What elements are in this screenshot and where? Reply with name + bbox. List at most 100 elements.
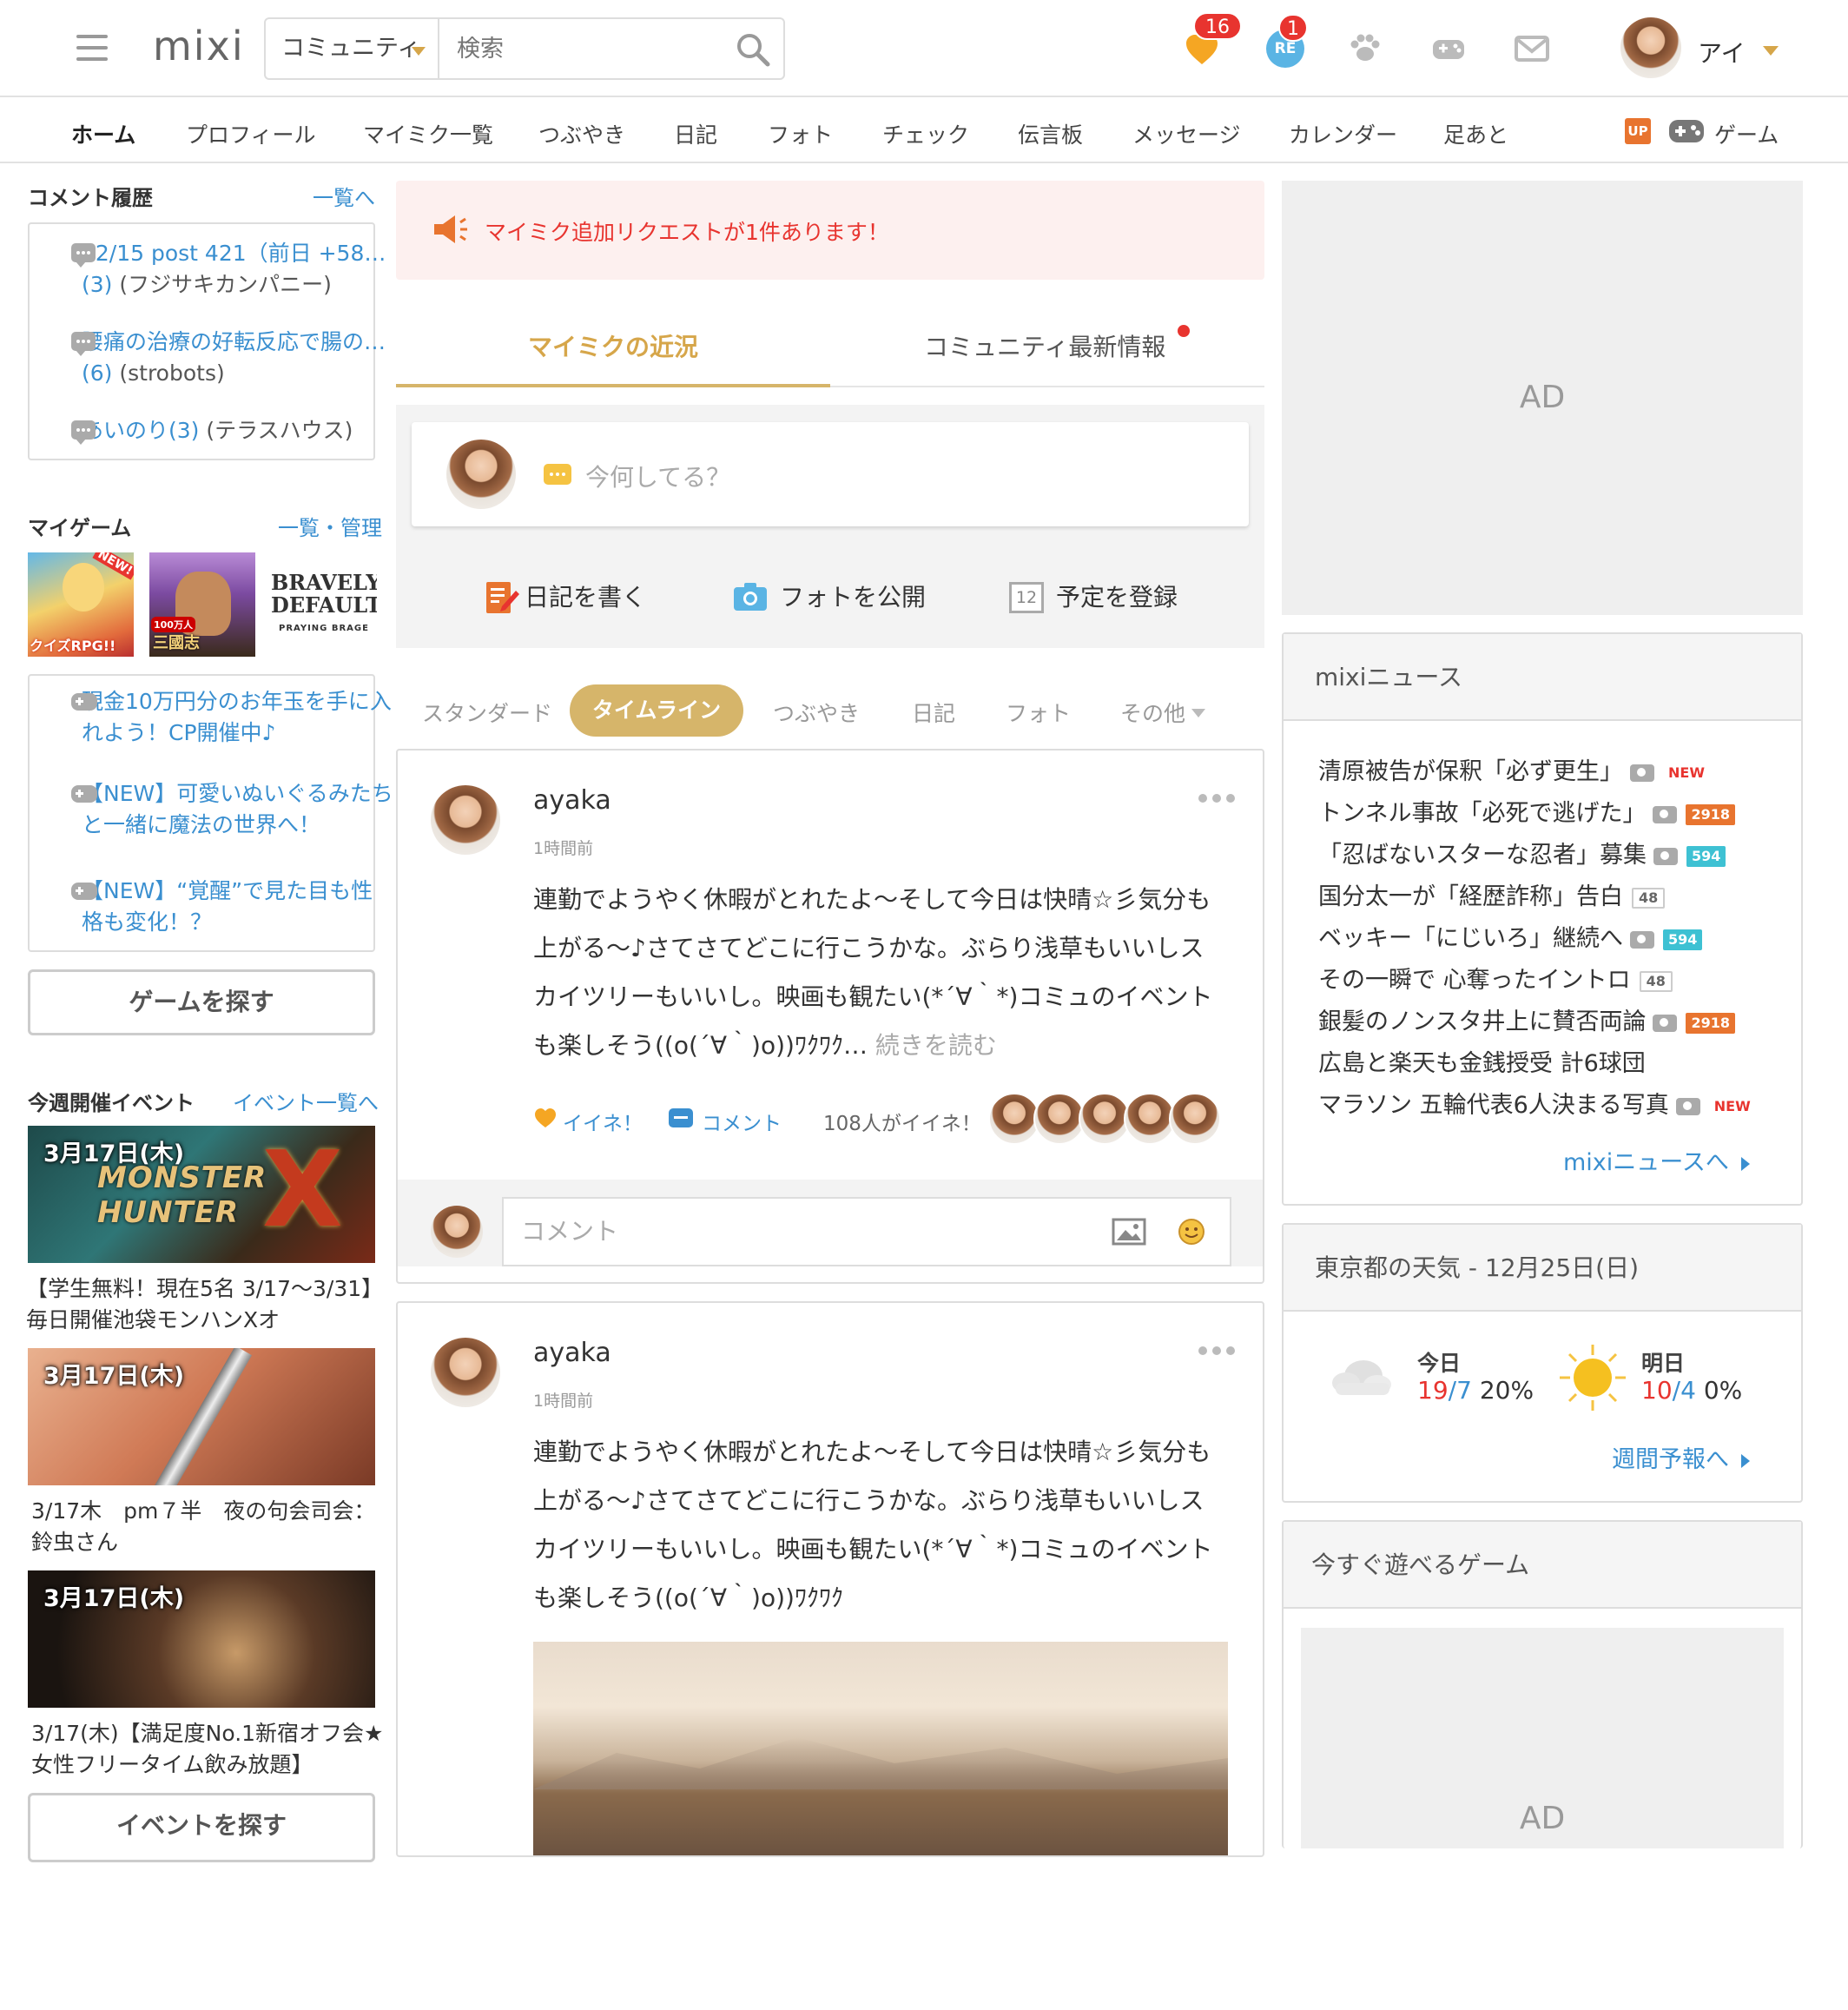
nav-item-photo[interactable]: フォト bbox=[768, 118, 833, 149]
nav-item-game[interactable]: ゲーム bbox=[1714, 118, 1779, 149]
search-category-select[interactable]: コミュニティ bbox=[266, 19, 439, 78]
chevron-down-icon[interactable] bbox=[1763, 46, 1779, 56]
game-thumb-sangokushi[interactable]: 100万人 三國志 bbox=[149, 552, 255, 657]
filter-standard[interactable]: スタンダード bbox=[422, 697, 552, 728]
filter-photo[interactable]: フォト bbox=[1006, 697, 1071, 728]
iine-button[interactable]: イイネ！ bbox=[563, 1107, 643, 1136]
event-text[interactable]: 3/17木 pm７半 夜の句会司会：鈴虫さん bbox=[31, 1496, 387, 1558]
tab-community-updates[interactable]: コミュニティ最新情報 bbox=[924, 328, 1165, 363]
search-input[interactable] bbox=[441, 19, 728, 78]
news-item[interactable]: 清原被告が保釈「必ず更生」 NEW bbox=[1318, 752, 1710, 786]
post-author-name[interactable]: ayaka bbox=[533, 785, 611, 816]
news-item[interactable]: ベッキー「にじいろ」継続へ 594 bbox=[1318, 919, 1703, 953]
event-image[interactable]: 3月17日(木) bbox=[28, 1348, 375, 1485]
liker-avatar[interactable] bbox=[1033, 1093, 1086, 1145]
news-item-text[interactable]: ベッキー「にじいろ」継続へ bbox=[1318, 925, 1623, 952]
filter-other[interactable]: その他 bbox=[1120, 697, 1185, 728]
nav-item-profile[interactable]: プロフィール bbox=[186, 118, 316, 149]
filter-timeline[interactable]: タイムライン bbox=[570, 684, 743, 737]
event-image[interactable]: MONSTER HUNTER X 3月17日(木) bbox=[28, 1126, 375, 1263]
mygame-manage-link[interactable]: 一覧・管理 bbox=[278, 511, 382, 541]
news-item-text[interactable]: トンネル事故「必死で逃げた」 bbox=[1318, 800, 1646, 827]
menu-icon[interactable] bbox=[76, 35, 108, 61]
comment-button[interactable]: コメント bbox=[702, 1107, 782, 1136]
liker-avatar[interactable] bbox=[1169, 1093, 1221, 1145]
comment-history-item[interactable]: 腰痛の治療の好転反応で腸の…(6) (strobots) bbox=[71, 327, 394, 389]
chevron-down-icon[interactable] bbox=[1191, 709, 1205, 717]
nav-item-diary[interactable]: 日記 bbox=[674, 118, 717, 149]
post-author-avatar[interactable] bbox=[431, 1338, 500, 1407]
filter-diary[interactable]: 日記 bbox=[912, 697, 955, 728]
footprint-icon[interactable] bbox=[1346, 30, 1384, 68]
events-list-link[interactable]: イベント一覧へ bbox=[233, 1086, 379, 1116]
event-text[interactable]: 【学生無料！現在5名 3/17〜3/31】毎日開催池袋モンハンXオ bbox=[26, 1273, 382, 1336]
mail-icon[interactable] bbox=[1513, 30, 1551, 68]
more-options-icon[interactable] bbox=[1198, 1346, 1237, 1355]
find-event-button[interactable]: イベントを探す bbox=[28, 1793, 375, 1862]
news-item-text[interactable]: 国分太一が「経歴詐称」告白 bbox=[1318, 883, 1623, 910]
liker-avatar[interactable] bbox=[988, 1093, 1040, 1145]
game-news-item[interactable]: 【NEW】可愛いぬいぐるみたちと一緒に魔法の世界へ！ bbox=[71, 778, 394, 841]
news-item-text[interactable]: 「忍ばないスターな忍者」募集 bbox=[1318, 842, 1647, 869]
liker-avatar[interactable] bbox=[1079, 1093, 1131, 1145]
weekly-forecast-link-text[interactable]: 週間予報へ bbox=[1612, 1446, 1729, 1473]
news-item[interactable]: トンネル事故「必死で逃げた」 2918 bbox=[1318, 794, 1735, 828]
nav-item-voice[interactable]: つぶやき bbox=[538, 118, 625, 149]
game-thumb-bravely-default[interactable]: BRAVELY DEFAULT PRAYING BRAGE bbox=[271, 552, 377, 657]
news-item-text[interactable]: その一瞬で 心奪ったイントロ bbox=[1318, 967, 1631, 994]
tab-mymixi-updates[interactable]: マイミクの近況 bbox=[528, 328, 698, 363]
mixi-news-link-text[interactable]: mixiニュースへ bbox=[1563, 1149, 1729, 1176]
liker-avatar[interactable] bbox=[1124, 1093, 1176, 1145]
news-item[interactable]: 国分太一が「経歴詐称」告白 48 bbox=[1318, 877, 1666, 911]
register-event-button[interactable]: 予定を登録 bbox=[1056, 579, 1178, 613]
news-item-text[interactable]: 清原被告が保釈「必ず更生」 bbox=[1318, 758, 1623, 785]
game-news-text[interactable]: 【NEW】可愛いぬいぐるみたちと一緒に魔法の世界へ！ bbox=[82, 781, 393, 837]
mixi-news-link[interactable]: mixiニュースへ bbox=[1563, 1143, 1750, 1177]
ad-banner-games[interactable]: AD bbox=[1301, 1628, 1784, 1848]
game-news-item[interactable]: 【NEW】“覚醒”で見た目も性格も変化！？ bbox=[71, 876, 394, 938]
news-item-text[interactable]: 広島と楽天も金銭授受 計6球団 bbox=[1318, 1050, 1646, 1077]
news-item[interactable]: その一瞬で 心奪ったイントロ 48 bbox=[1318, 961, 1673, 995]
news-item-text[interactable]: マラソン 五輪代表6人決まる写真 bbox=[1318, 1092, 1669, 1119]
event-image[interactable]: 3月17日(木) bbox=[28, 1570, 375, 1708]
nav-item-home[interactable]: ホーム bbox=[71, 118, 135, 149]
find-game-button[interactable]: ゲームを探す bbox=[28, 969, 375, 1035]
news-item[interactable]: マラソン 五輪代表6人決まる写真 NEW bbox=[1318, 1086, 1756, 1120]
publish-photo-button[interactable]: フォトを公開 bbox=[780, 579, 926, 613]
nav-item-message[interactable]: メッセージ bbox=[1132, 118, 1241, 149]
likes-count[interactable]: 108人がイイネ！ bbox=[823, 1107, 981, 1136]
nav-item-mymixi-list[interactable]: マイミク一覧 bbox=[363, 118, 493, 149]
search-icon[interactable] bbox=[735, 31, 771, 68]
comment-history-item-link[interactable]: あいのり(3) bbox=[82, 418, 199, 443]
post-photo[interactable] bbox=[533, 1642, 1228, 1855]
status-placeholder[interactable]: 今何してる？ bbox=[585, 459, 730, 493]
game-news-text[interactable]: 現金10万円分のお年玉を手に入れよう！CP開催中♪ bbox=[82, 689, 392, 745]
user-avatar[interactable] bbox=[1620, 17, 1681, 78]
news-item[interactable]: 「忍ばないスターな忍者」募集 594 bbox=[1318, 836, 1726, 869]
news-item[interactable]: 銀髪のノンスタ井上に賛否両論 2918 bbox=[1318, 1002, 1735, 1036]
filter-voice[interactable]: つぶやき bbox=[773, 697, 860, 728]
emoji-icon[interactable] bbox=[1178, 1218, 1205, 1246]
event-text[interactable]: 3/17(木)【満足度No.1新宿オフ会★女性フリータイム飲み放題】 bbox=[31, 1718, 387, 1781]
notice-text[interactable]: マイミク追加リクエストが1件あります！ bbox=[485, 215, 889, 247]
nav-item-footprints[interactable]: 足あと bbox=[1443, 118, 1508, 149]
comment-history-item[interactable]: あいのり(3) (テラスハウス) bbox=[71, 415, 394, 446]
read-more-link[interactable]: 続きを読む bbox=[875, 1031, 997, 1060]
more-options-icon[interactable] bbox=[1198, 794, 1237, 803]
post-author-name[interactable]: ayaka bbox=[533, 1338, 611, 1368]
news-item-text[interactable]: 銀髪のノンスタ井上に賛否両論 bbox=[1318, 1008, 1646, 1035]
game-news-item[interactable]: 現金10万円分のお年玉を手に入れよう！CP開催中♪ bbox=[71, 686, 394, 749]
game-thumb-quiz-rpg[interactable]: NEW! クイズRPG!! bbox=[28, 552, 134, 657]
user-name[interactable]: アイ bbox=[1698, 35, 1746, 69]
mixi-logo[interactable]: mixi bbox=[153, 23, 245, 69]
nav-item-message-board[interactable]: 伝言板 bbox=[1018, 118, 1083, 149]
write-diary-button[interactable]: 日記を書く bbox=[525, 579, 646, 613]
game-news-text[interactable]: 【NEW】“覚醒”で見た目も性格も変化！？ bbox=[82, 878, 373, 935]
nav-item-check[interactable]: チェック bbox=[882, 118, 969, 149]
comment-history-link[interactable]: 一覧へ bbox=[313, 181, 375, 211]
comment-history-item[interactable]: 12/15 post 421（前日 +58…(3) (フジサキカンパニー) bbox=[71, 238, 394, 301]
nav-item-calendar[interactable]: カレンダー bbox=[1289, 118, 1397, 149]
post-author-avatar[interactable] bbox=[431, 785, 500, 855]
weekly-forecast-link[interactable]: 週間予報へ bbox=[1612, 1440, 1750, 1474]
status-composer[interactable]: 今何してる？ bbox=[412, 422, 1249, 526]
